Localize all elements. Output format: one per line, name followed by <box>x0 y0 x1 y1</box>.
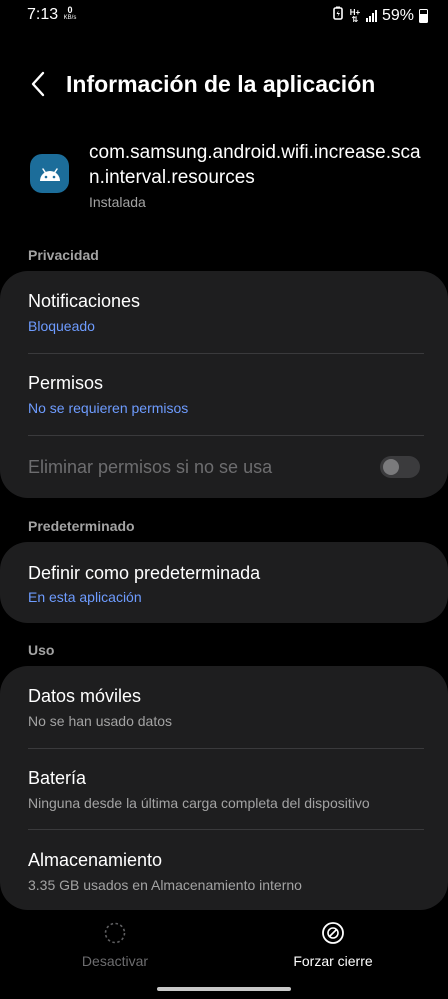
set-default-title: Definir como predeterminada <box>28 563 261 583</box>
remove-permissions-row: Eliminar permisos si no se usa <box>0 436 448 498</box>
notifications-title: Notificaciones <box>28 291 141 311</box>
disable-icon <box>104 922 126 944</box>
permissions-row[interactable]: Permisos No se requieren permisos <box>0 354 448 435</box>
status-time: 7:13 <box>27 6 59 23</box>
status-bar: 7:13 0 KB/s H+ ⇅ 59% <box>0 0 448 32</box>
permissions-title: Permisos <box>28 373 104 393</box>
status-icons: H+ ⇅ 59% <box>332 6 428 25</box>
network-type-label: H+ <box>349 7 361 17</box>
remove-permissions-toggle[interactable] <box>380 456 420 478</box>
section-label-privacy: Privacidad <box>28 247 99 263</box>
page-title: Información de la aplicación <box>66 71 376 97</box>
notifications-value: Bloqueado <box>28 318 95 334</box>
battery-row[interactable]: Batería Ninguna desde la última carga co… <box>0 749 448 829</box>
mobile-data-row[interactable]: Datos móviles No se han usado datos <box>0 666 448 748</box>
battery-value: Ninguna desde la última carga completa d… <box>28 795 370 811</box>
network-type-icon: H+ ⇅ <box>349 7 361 24</box>
section-label-usage: Uso <box>28 642 55 658</box>
set-default-row[interactable]: Definir como predeterminada En esta apli… <box>0 542 448 623</box>
android-app-icon <box>30 154 69 193</box>
data-speed-unit: KB/s <box>63 15 77 21</box>
permissions-value: No se requieren permisos <box>28 400 189 416</box>
battery-title: Batería <box>28 768 87 788</box>
app-bar: Información de la aplicación <box>0 60 448 108</box>
remove-permissions-title: Eliminar permisos si no se usa <box>28 457 273 477</box>
privacy-card: Notificaciones Bloqueado Permisos No se … <box>0 271 448 498</box>
storage-title: Almacenamiento <box>28 850 163 870</box>
usage-card: Datos móviles No se han usado datos Bate… <box>0 666 448 910</box>
battery-icon <box>419 8 428 23</box>
mobile-data-title: Datos móviles <box>28 686 142 706</box>
toggle-knob <box>383 459 399 475</box>
data-speed-indicator: 0 KB/s <box>62 6 78 22</box>
navigation-handle[interactable] <box>157 987 291 991</box>
signal-strength-icon <box>365 9 377 22</box>
chevron-left-icon <box>31 71 45 97</box>
disable-button[interactable]: Desactivar <box>3 912 227 977</box>
storage-row[interactable]: Almacenamiento 3.35 GB usados en Almacen… <box>0 830 448 910</box>
app-package-name: com.samsung.android.wifi.increase.scan.i… <box>89 142 421 188</box>
storage-value: 3.35 GB usados en Almacenamiento interno <box>28 877 302 893</box>
mobile-data-value: No se han usado datos <box>28 713 172 729</box>
app-info-header: com.samsung.android.wifi.increase.scan.i… <box>0 138 448 218</box>
app-install-status: Instalada <box>89 194 146 210</box>
battery-saver-icon <box>332 6 344 25</box>
section-label-default: Predeterminado <box>28 518 135 534</box>
battery-percentage: 59% <box>381 6 414 24</box>
disable-label: Desactivar <box>81 953 149 969</box>
set-default-value: En esta aplicación <box>28 589 142 605</box>
force-stop-button[interactable]: Forzar cierre <box>221 912 445 977</box>
force-stop-icon <box>322 922 344 944</box>
force-stop-label: Forzar cierre <box>293 953 373 969</box>
back-button[interactable] <box>24 70 52 98</box>
bottom-action-bar: Desactivar Forzar cierre <box>0 912 448 977</box>
notifications-row[interactable]: Notificaciones Bloqueado <box>0 271 448 353</box>
default-card: Definir como predeterminada En esta apli… <box>0 542 448 623</box>
